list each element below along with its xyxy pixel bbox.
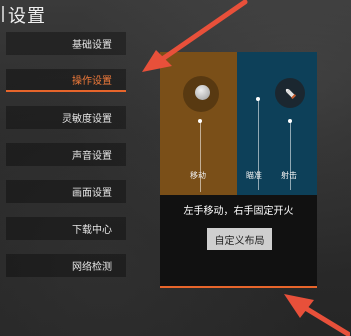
sidebar-item-label: 画面设置 xyxy=(72,188,112,199)
sidebar-item-sensitivity[interactable]: 灵敏度设置 xyxy=(6,106,126,129)
control-layout-preview[interactable]: 移动 瞄准 射击 左手移动，右手固定开火 自定义布局 xyxy=(160,52,317,288)
move-label: 移动 xyxy=(190,171,206,180)
aim-zone-dot xyxy=(256,97,260,101)
joystick-icon xyxy=(183,76,219,112)
move-zone-dot xyxy=(198,119,202,123)
sidebar-item-controls[interactable]: 操作设置 xyxy=(6,69,126,92)
sidebar-item-label: 网络检测 xyxy=(72,262,112,273)
sidebar-item-graphics[interactable]: 画面设置 xyxy=(6,180,126,203)
sidebar-item-label: 基础设置 xyxy=(72,40,112,51)
title-accent-bar xyxy=(2,6,4,22)
sidebar-item-network[interactable]: 网络检测 xyxy=(6,254,126,277)
sidebar-item-label: 灵敏度设置 xyxy=(62,114,112,125)
fire-label: 射击 xyxy=(281,171,297,180)
sidebar-item-sound[interactable]: 声音设置 xyxy=(6,143,126,166)
sidebar-item-label: 声音设置 xyxy=(72,151,112,162)
fire-button-icon xyxy=(275,78,305,108)
fire-zone-dot xyxy=(288,119,292,123)
sidebar-item-basic[interactable]: 基础设置 xyxy=(6,32,126,55)
sidebar-item-label: 下载中心 xyxy=(72,225,112,236)
arrow-annotation-bottom xyxy=(284,294,350,336)
page-title: 设置 xyxy=(8,6,46,27)
layout-description: 左手移动，右手固定开火 xyxy=(183,206,294,217)
move-zone-line xyxy=(200,122,201,192)
settings-sidebar: 基础设置 操作设置 灵敏度设置 声音设置 画面设置 下载中心 网络检测 xyxy=(6,32,126,291)
aim-label: 瞄准 xyxy=(246,171,262,180)
arrow-annotation-top xyxy=(142,0,248,72)
custom-layout-button[interactable]: 自定义布局 xyxy=(207,228,272,250)
sidebar-item-label: 操作设置 xyxy=(72,76,112,87)
joystick-knob xyxy=(195,85,210,100)
bullet-icon xyxy=(285,88,297,100)
sidebar-item-downloads[interactable]: 下载中心 xyxy=(6,217,126,240)
